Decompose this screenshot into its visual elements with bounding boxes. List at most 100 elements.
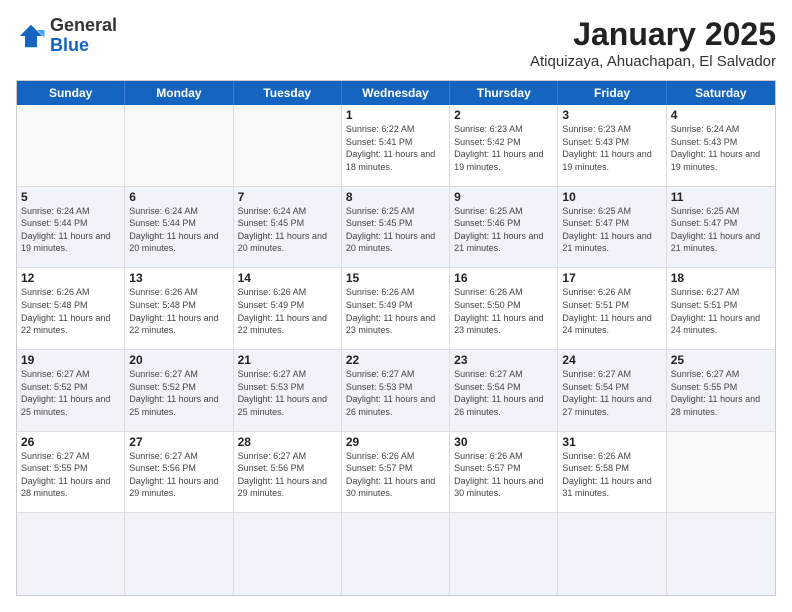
calendar-cell-r1-c4: 9Sunrise: 6:25 AMSunset: 5:46 PMDaylight… (450, 187, 558, 268)
day-number: 9 (454, 190, 553, 204)
weekday-header-tuesday: Tuesday (234, 81, 342, 105)
calendar-cell-r0-c3: 1Sunrise: 6:22 AMSunset: 5:41 PMDaylight… (342, 105, 450, 186)
weekday-header-sunday: Sunday (17, 81, 125, 105)
day-number: 4 (671, 108, 771, 122)
day-number: 10 (562, 190, 661, 204)
day-number: 3 (562, 108, 661, 122)
day-info: Sunrise: 6:27 AMSunset: 5:56 PMDaylight:… (238, 450, 337, 500)
day-info: Sunrise: 6:27 AMSunset: 5:53 PMDaylight:… (238, 368, 337, 418)
day-number: 17 (562, 271, 661, 285)
calendar-cell-r5-c2 (234, 513, 342, 595)
calendar-row-1: 5Sunrise: 6:24 AMSunset: 5:44 PMDaylight… (17, 187, 775, 269)
day-number: 19 (21, 353, 120, 367)
logo-blue-text: Blue (50, 36, 117, 56)
day-info: Sunrise: 6:26 AMSunset: 5:51 PMDaylight:… (562, 286, 661, 336)
weekday-header-monday: Monday (125, 81, 233, 105)
logo-text: General Blue (50, 16, 117, 56)
day-info: Sunrise: 6:25 AMSunset: 5:47 PMDaylight:… (671, 205, 771, 255)
location-title: Atiquizaya, Ahuachapan, El Salvador (530, 53, 776, 70)
day-info: Sunrise: 6:24 AMSunset: 5:44 PMDaylight:… (129, 205, 228, 255)
day-info: Sunrise: 6:26 AMSunset: 5:50 PMDaylight:… (454, 286, 553, 336)
day-info: Sunrise: 6:26 AMSunset: 5:48 PMDaylight:… (129, 286, 228, 336)
day-number: 31 (562, 435, 661, 449)
calendar-cell-r0-c6: 4Sunrise: 6:24 AMSunset: 5:43 PMDaylight… (667, 105, 775, 186)
day-info: Sunrise: 6:25 AMSunset: 5:47 PMDaylight:… (562, 205, 661, 255)
day-info: Sunrise: 6:27 AMSunset: 5:52 PMDaylight:… (129, 368, 228, 418)
day-info: Sunrise: 6:27 AMSunset: 5:51 PMDaylight:… (671, 286, 771, 336)
month-title: January 2025 (530, 16, 776, 53)
day-info: Sunrise: 6:23 AMSunset: 5:43 PMDaylight:… (562, 123, 661, 173)
calendar-row-0: 1Sunrise: 6:22 AMSunset: 5:41 PMDaylight… (17, 105, 775, 187)
calendar-cell-r1-c6: 11Sunrise: 6:25 AMSunset: 5:47 PMDayligh… (667, 187, 775, 268)
day-number: 30 (454, 435, 553, 449)
logo-icon (16, 21, 46, 51)
day-number: 1 (346, 108, 445, 122)
day-number: 13 (129, 271, 228, 285)
weekday-header-saturday: Saturday (667, 81, 775, 105)
day-number: 5 (21, 190, 120, 204)
day-info: Sunrise: 6:26 AMSunset: 5:48 PMDaylight:… (21, 286, 120, 336)
calendar-cell-r5-c0 (17, 513, 125, 595)
calendar-cell-r4-c1: 27Sunrise: 6:27 AMSunset: 5:56 PMDayligh… (125, 432, 233, 513)
day-number: 25 (671, 353, 771, 367)
day-number: 21 (238, 353, 337, 367)
calendar-cell-r4-c0: 26Sunrise: 6:27 AMSunset: 5:55 PMDayligh… (17, 432, 125, 513)
calendar-cell-r0-c4: 2Sunrise: 6:23 AMSunset: 5:42 PMDaylight… (450, 105, 558, 186)
day-info: Sunrise: 6:27 AMSunset: 5:55 PMDaylight:… (671, 368, 771, 418)
calendar-cell-r4-c4: 30Sunrise: 6:26 AMSunset: 5:57 PMDayligh… (450, 432, 558, 513)
calendar-cell-r0-c0 (17, 105, 125, 186)
title-block: January 2025 Atiquizaya, Ahuachapan, El … (530, 16, 776, 70)
day-number: 8 (346, 190, 445, 204)
day-number: 26 (21, 435, 120, 449)
calendar-cell-r1-c5: 10Sunrise: 6:25 AMSunset: 5:47 PMDayligh… (558, 187, 666, 268)
day-number: 27 (129, 435, 228, 449)
calendar-cell-r0-c2 (234, 105, 342, 186)
weekday-header-wednesday: Wednesday (342, 81, 450, 105)
day-number: 7 (238, 190, 337, 204)
calendar-cell-r3-c2: 21Sunrise: 6:27 AMSunset: 5:53 PMDayligh… (234, 350, 342, 431)
day-info: Sunrise: 6:25 AMSunset: 5:45 PMDaylight:… (346, 205, 445, 255)
day-number: 16 (454, 271, 553, 285)
calendar-row-4: 26Sunrise: 6:27 AMSunset: 5:55 PMDayligh… (17, 432, 775, 514)
header: General Blue January 2025 Atiquizaya, Ah… (16, 16, 776, 70)
calendar-cell-r5-c4 (450, 513, 558, 595)
calendar-cell-r2-c5: 17Sunrise: 6:26 AMSunset: 5:51 PMDayligh… (558, 268, 666, 349)
day-number: 14 (238, 271, 337, 285)
day-info: Sunrise: 6:24 AMSunset: 5:43 PMDaylight:… (671, 123, 771, 173)
calendar-cell-r2-c6: 18Sunrise: 6:27 AMSunset: 5:51 PMDayligh… (667, 268, 775, 349)
calendar-row-5 (17, 513, 775, 595)
calendar-cell-r5-c3 (342, 513, 450, 595)
calendar-cell-r3-c3: 22Sunrise: 6:27 AMSunset: 5:53 PMDayligh… (342, 350, 450, 431)
day-info: Sunrise: 6:25 AMSunset: 5:46 PMDaylight:… (454, 205, 553, 255)
calendar-cell-r2-c2: 14Sunrise: 6:26 AMSunset: 5:49 PMDayligh… (234, 268, 342, 349)
page: General Blue January 2025 Atiquizaya, Ah… (0, 0, 792, 612)
day-number: 11 (671, 190, 771, 204)
day-info: Sunrise: 6:26 AMSunset: 5:58 PMDaylight:… (562, 450, 661, 500)
calendar-cell-r2-c4: 16Sunrise: 6:26 AMSunset: 5:50 PMDayligh… (450, 268, 558, 349)
weekday-header-friday: Friday (558, 81, 666, 105)
day-number: 29 (346, 435, 445, 449)
calendar-cell-r2-c0: 12Sunrise: 6:26 AMSunset: 5:48 PMDayligh… (17, 268, 125, 349)
day-number: 15 (346, 271, 445, 285)
day-info: Sunrise: 6:26 AMSunset: 5:49 PMDaylight:… (346, 286, 445, 336)
calendar: SundayMondayTuesdayWednesdayThursdayFrid… (16, 80, 776, 596)
day-info: Sunrise: 6:22 AMSunset: 5:41 PMDaylight:… (346, 123, 445, 173)
calendar-cell-r4-c3: 29Sunrise: 6:26 AMSunset: 5:57 PMDayligh… (342, 432, 450, 513)
calendar-header: SundayMondayTuesdayWednesdayThursdayFrid… (17, 81, 775, 105)
day-info: Sunrise: 6:24 AMSunset: 5:44 PMDaylight:… (21, 205, 120, 255)
day-info: Sunrise: 6:27 AMSunset: 5:54 PMDaylight:… (454, 368, 553, 418)
day-info: Sunrise: 6:27 AMSunset: 5:52 PMDaylight:… (21, 368, 120, 418)
day-info: Sunrise: 6:24 AMSunset: 5:45 PMDaylight:… (238, 205, 337, 255)
day-info: Sunrise: 6:27 AMSunset: 5:54 PMDaylight:… (562, 368, 661, 418)
calendar-cell-r4-c2: 28Sunrise: 6:27 AMSunset: 5:56 PMDayligh… (234, 432, 342, 513)
calendar-cell-r1-c3: 8Sunrise: 6:25 AMSunset: 5:45 PMDaylight… (342, 187, 450, 268)
calendar-body: 1Sunrise: 6:22 AMSunset: 5:41 PMDaylight… (17, 105, 775, 595)
calendar-cell-r1-c0: 5Sunrise: 6:24 AMSunset: 5:44 PMDaylight… (17, 187, 125, 268)
logo: General Blue (16, 16, 117, 56)
day-number: 24 (562, 353, 661, 367)
logo-general-text: General (50, 16, 117, 36)
calendar-cell-r5-c6 (667, 513, 775, 595)
calendar-cell-r1-c2: 7Sunrise: 6:24 AMSunset: 5:45 PMDaylight… (234, 187, 342, 268)
calendar-row-3: 19Sunrise: 6:27 AMSunset: 5:52 PMDayligh… (17, 350, 775, 432)
calendar-cell-r3-c5: 24Sunrise: 6:27 AMSunset: 5:54 PMDayligh… (558, 350, 666, 431)
